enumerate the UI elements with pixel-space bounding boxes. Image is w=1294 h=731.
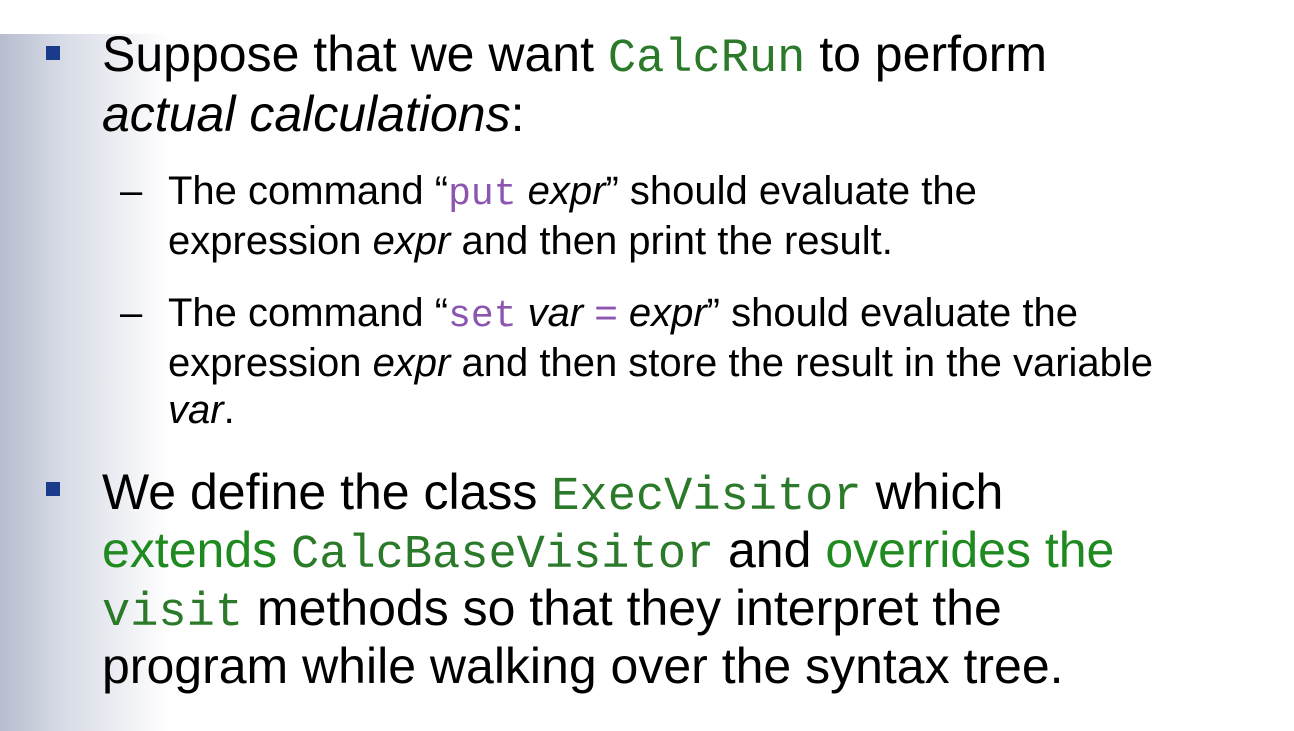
- sub2-line3: var.: [168, 386, 235, 434]
- bullet1-colon: :: [510, 86, 525, 142]
- sub2-em-var: var: [527, 291, 584, 335]
- bullet2-line4: program while walking over the syntax tr…: [102, 638, 1064, 694]
- sub1-dash: –: [120, 169, 143, 213]
- bullet1-text-post: to perform: [805, 26, 1048, 82]
- sub1-line2-em-expr: expr: [372, 219, 451, 263]
- bullet2-text-which: which: [861, 464, 1004, 520]
- bullet2-overrides-the: overrides the: [825, 522, 1115, 578]
- sub2-line3-period: .: [223, 388, 235, 432]
- sub2-line2-post: and then store the result in the variabl…: [450, 341, 1154, 385]
- bullet2-extends: extends: [102, 522, 278, 578]
- sub2-em-expr: expr: [628, 291, 707, 335]
- bullet2-text-pre: We define the class: [102, 464, 552, 520]
- bullet2-line2: extends CalcBaseVisitor and overrides th…: [102, 521, 1114, 585]
- sub2-text-pre: The command “: [168, 291, 449, 335]
- sub2-space: [517, 291, 528, 335]
- bullet1-em-actual-calculations: actual calculations: [102, 86, 511, 142]
- slide: Suppose that we want CalcRun to perform …: [0, 0, 1294, 731]
- sub2-line2-em-expr: expr: [372, 341, 451, 385]
- bullet2-code-calcbasevisitor: CalcBaseVisitor: [291, 529, 715, 582]
- bullet2-code-execvisitor: ExecVisitor: [551, 471, 862, 524]
- sub2-code-set: set: [448, 295, 517, 338]
- sub1-em-expr: expr: [527, 169, 606, 213]
- sub1-text-pre: The command “: [168, 169, 449, 213]
- bullet1-code-calcrun: CalcRun: [607, 33, 806, 86]
- bullet-square-icon: [46, 46, 60, 60]
- sub1-space: [517, 169, 528, 213]
- sub1-line2-pre: expression: [168, 219, 373, 263]
- sub1-code-put: put: [448, 173, 517, 216]
- sub2-equals: =: [583, 291, 629, 335]
- bullet2-line1: We define the class ExecVisitor which: [102, 463, 1003, 527]
- bullet2-and: and: [714, 522, 826, 578]
- bullet2-line3: visit methods so that they interpret the: [102, 579, 1002, 643]
- sub2-line3-em-var: var: [168, 388, 224, 432]
- sub1-text-post: ” should evaluate the: [605, 169, 977, 213]
- bullet2-code-visit: visit: [102, 587, 244, 640]
- bullet1-text-pre: Suppose that we want: [102, 26, 608, 82]
- bullet2-line3-text: methods so that they interpret the: [243, 580, 1002, 636]
- bullet1-line2: actual calculations:: [102, 85, 524, 143]
- sub2-dash: –: [120, 291, 143, 335]
- bullet-square-icon: [46, 482, 60, 496]
- slide-content: Suppose that we want CalcRun to perform …: [0, 0, 1294, 731]
- sub1-line2-post: and then print the result.: [450, 219, 893, 263]
- sub2-text-post: ” should evaluate the: [706, 291, 1079, 335]
- bullet2-space: [277, 522, 291, 578]
- sub1-line2: expression expr and then print the resul…: [168, 217, 893, 265]
- sub2-line1: The command “set var = expr” should eval…: [168, 289, 1078, 341]
- sub2-line2-pre: expression: [168, 341, 373, 385]
- sub2-line2: expression expr and then store the resul…: [168, 339, 1153, 387]
- sub1-line1: The command “put expr” should evaluate t…: [168, 167, 977, 219]
- bullet1-line1: Suppose that we want CalcRun to perform: [102, 25, 1047, 89]
